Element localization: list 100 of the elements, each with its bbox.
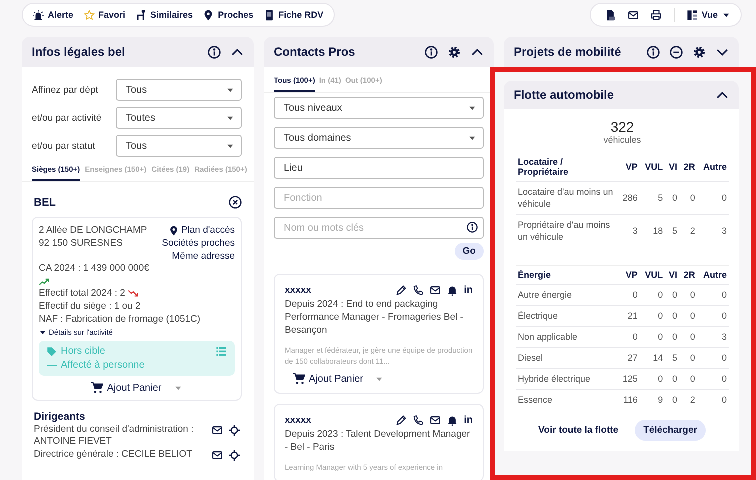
table-cell: 5	[640, 182, 666, 214]
panel-title: Contacts Pros	[274, 45, 356, 59]
table-cell: 2	[680, 214, 698, 247]
table-cell: 0	[618, 284, 640, 306]
table-cell: 0	[697, 390, 729, 410]
crosshair-icon[interactable]	[229, 450, 240, 461]
table-cell: 3	[618, 214, 640, 247]
phone-icon[interactable]	[413, 285, 424, 296]
table-cell: 0	[697, 306, 729, 326]
toolbar-button[interactable]: Favori	[84, 10, 126, 20]
table-cell: 0	[665, 182, 680, 214]
column-header: 2R	[680, 266, 698, 284]
link[interactable]: Même adresse	[172, 251, 235, 262]
info-icon[interactable]	[647, 46, 660, 58]
add-to-cart-button[interactable]: Ajout Panier	[91, 382, 183, 394]
column-header: VUL	[640, 153, 666, 182]
address-line: 2 Allée DE LONGCHAMP	[39, 225, 148, 236]
column-header: Autre	[697, 153, 729, 182]
toolbar-button[interactable]: Alerte	[33, 10, 74, 20]
alarm-icon	[33, 10, 44, 20]
table-cell: 5	[665, 214, 680, 247]
trend-down-icon	[128, 288, 140, 299]
table-cell: 0	[697, 368, 729, 390]
mail-icon[interactable]	[212, 450, 223, 461]
pencil-icon[interactable]	[396, 285, 408, 296]
add-to-cart-button[interactable]: Ajout Panier	[293, 373, 384, 385]
table-cell: 3	[697, 214, 729, 247]
executive-text: Président du conseil d'administration : ANTOINE FIEVET	[34, 424, 195, 448]
bell-icon[interactable]	[447, 285, 458, 296]
column-header: Locataire / Propriétaire	[516, 153, 618, 182]
filter-select[interactable]: Tous	[116, 79, 242, 101]
caret-icon	[39, 328, 47, 336]
fact-text: NAF : Fabrication de fromage (1051C)	[39, 313, 201, 326]
mail-icon[interactable]	[212, 425, 223, 436]
info-icon[interactable]	[208, 46, 221, 58]
table-cell: 0	[697, 348, 729, 368]
company-name: BEL	[34, 196, 56, 208]
print-icon[interactable]	[650, 10, 662, 20]
table-cell: 0	[680, 348, 698, 368]
go-button[interactable]: Go	[454, 243, 484, 260]
crosshair-icon[interactable]	[229, 425, 240, 436]
linkedin-link[interactable]: in	[464, 285, 473, 296]
assignment-status: Affecté à personne	[47, 360, 145, 371]
contact-headline: Depuis 2024 : End to end packaging Performance Manager - Fromageries Bel - Besançon	[285, 298, 464, 337]
table-cell: Locataire d'au moins un véhicule	[516, 182, 618, 214]
mail-icon[interactable]	[628, 10, 639, 20]
table-cell: Non applicable	[516, 326, 618, 348]
table-cell: 0	[618, 326, 640, 348]
pdf-file-icon[interactable]	[604, 10, 616, 20]
fact-text: Effectif du siège : 1 ou 2	[39, 300, 141, 313]
input-field[interactable]: Fonction	[274, 187, 484, 209]
toolbar-button[interactable]: Proches	[203, 10, 254, 20]
section-title: Dirigeants	[34, 411, 86, 423]
info-icon[interactable]	[467, 222, 478, 233]
document-icon	[264, 10, 275, 20]
linkedin-link[interactable]: in	[464, 415, 473, 426]
link[interactable]: Sociétés proches	[162, 238, 235, 249]
table-cell: 0	[697, 284, 729, 306]
panel-title: Projets de mobilité	[514, 45, 622, 59]
column-header: VUL	[640, 266, 666, 284]
table-cell: 286	[618, 182, 640, 214]
table-cell: Électrique	[516, 306, 618, 326]
pencil-icon[interactable]	[396, 415, 408, 426]
filter-select[interactable]: Toutes	[116, 107, 242, 129]
mail-icon[interactable]	[430, 415, 442, 426]
input-field[interactable]: Lieu	[274, 157, 484, 179]
settings-icon[interactable]	[448, 46, 461, 58]
info-icon[interactable]	[425, 46, 438, 58]
column-header: VP	[618, 153, 640, 182]
bell-icon[interactable]	[447, 415, 458, 426]
search-field[interactable]: Nom ou mots clés	[274, 217, 484, 239]
view-menu-button[interactable]: Vue	[686, 10, 731, 20]
view-fleet-link[interactable]: Voir toute la flotte	[538, 425, 619, 436]
contact-name: xxxxx	[285, 415, 312, 426]
table-cell: 0	[680, 182, 698, 214]
table-cell: 0	[697, 182, 729, 214]
mail-icon[interactable]	[430, 285, 442, 296]
minus-circle-icon[interactable]	[670, 46, 683, 58]
table-cell: 0	[680, 326, 698, 348]
toolbar-button[interactable]: Fiche RDV	[264, 10, 324, 20]
download-button[interactable]: Télécharger	[634, 420, 706, 441]
table-cell: 0	[665, 306, 680, 326]
filter-select[interactable]: Tous niveaux	[274, 97, 484, 119]
table-cell: 21	[618, 306, 640, 326]
settings-icon[interactable]	[693, 46, 706, 58]
contact-name: xxxxx	[285, 285, 312, 296]
map-pin-icon	[169, 226, 180, 236]
table-cell: 0	[665, 390, 680, 410]
filter-select[interactable]: Tous domaines	[274, 127, 484, 149]
toolbar-button[interactable]: Similaires	[136, 10, 194, 20]
table-cell: 14	[640, 348, 666, 368]
layout-icon	[686, 10, 698, 20]
filter-select[interactable]: Tous	[116, 135, 242, 157]
phone-icon[interactable]	[413, 415, 424, 426]
table-cell: 0	[640, 326, 666, 348]
executive-text: Directrice générale : CECILE BELIOT	[34, 449, 192, 461]
close-icon[interactable]	[229, 196, 242, 209]
table-cell: Essence	[516, 390, 618, 410]
link[interactable]: Plan d'accès	[169, 225, 235, 236]
table-cell: 125	[618, 368, 640, 390]
